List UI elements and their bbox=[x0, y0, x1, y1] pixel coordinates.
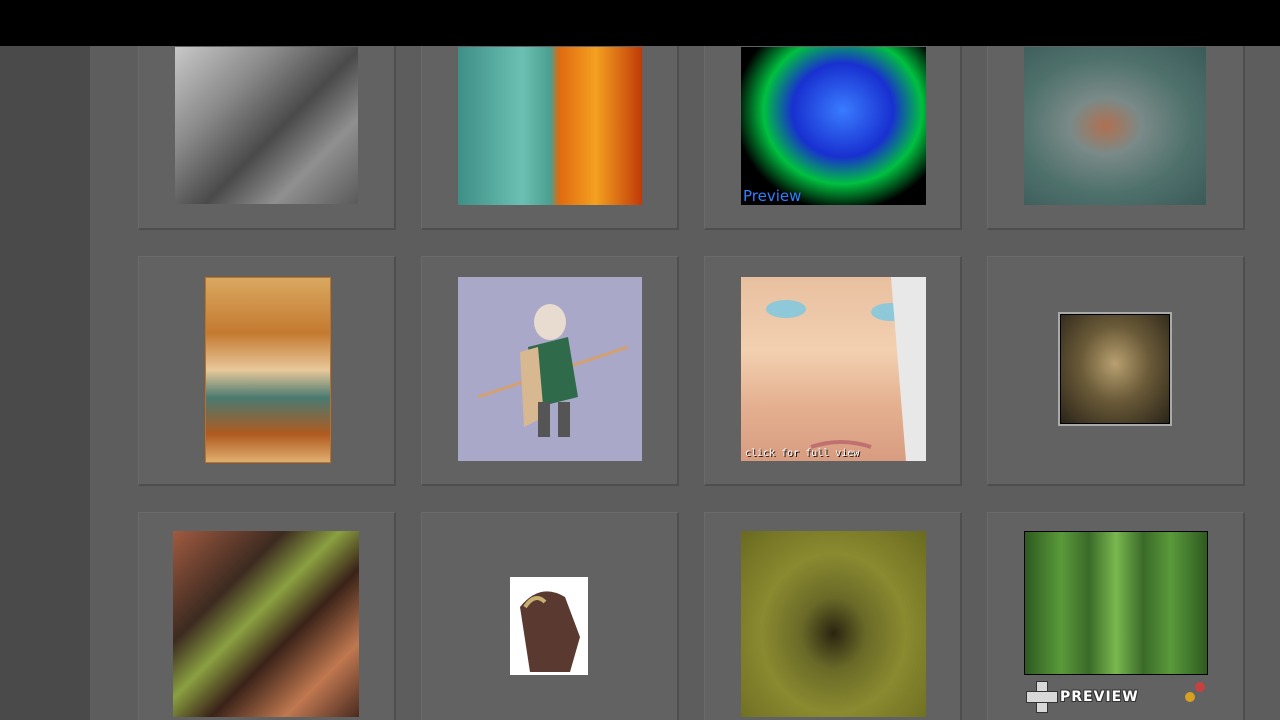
gallery-item-spear-warrior[interactable] bbox=[421, 256, 679, 486]
jungle-vines-artwork[interactable] bbox=[173, 531, 359, 717]
woman-face-icon bbox=[766, 277, 926, 461]
top-bar bbox=[0, 0, 1280, 46]
gallery-item-stone-giant[interactable] bbox=[138, 46, 396, 230]
gallery-item-ansi-helmet[interactable]: Preview bbox=[704, 46, 962, 230]
gallery-item-ice-fire[interactable] bbox=[421, 46, 679, 230]
gallery-grid: Preview click for full view PREVIEW bbox=[90, 46, 1280, 720]
forest-preview-label: PREVIEW bbox=[1060, 689, 1139, 705]
green-eye-artwork[interactable] bbox=[741, 531, 926, 717]
gallery-item-green-eye[interactable] bbox=[704, 512, 962, 720]
skull-totem-artwork[interactable] bbox=[1060, 314, 1170, 424]
viking-ship-artwork[interactable] bbox=[1024, 47, 1206, 205]
claw-icon bbox=[520, 591, 580, 672]
gallery-item-claw-hand[interactable] bbox=[421, 512, 679, 720]
gallery-item-viking-ship[interactable] bbox=[987, 46, 1245, 230]
warrior-figure-icon bbox=[477, 304, 629, 437]
woman-face-artwork[interactable]: click for full view bbox=[741, 277, 926, 461]
ansi-helmet-artwork[interactable]: Preview bbox=[741, 47, 926, 205]
ansi-helmet-caption: Preview bbox=[743, 187, 802, 205]
gallery-item-jungle-vines[interactable] bbox=[138, 512, 396, 720]
tower-map-artwork[interactable] bbox=[205, 277, 331, 463]
left-sidebar bbox=[0, 46, 90, 720]
gallery-item-woman-face[interactable]: click for full view bbox=[704, 256, 962, 486]
woman-face-caption: click for full view bbox=[745, 448, 860, 459]
claw-hand-artwork[interactable] bbox=[510, 577, 588, 675]
gallery-item-forest[interactable]: PREVIEW bbox=[987, 512, 1245, 720]
spear-warrior-artwork[interactable] bbox=[458, 277, 642, 461]
stone-giant-artwork[interactable] bbox=[175, 47, 358, 204]
forest-artwork[interactable] bbox=[1024, 531, 1208, 675]
buttons-icon bbox=[1185, 682, 1205, 702]
ice-fire-faces-artwork[interactable] bbox=[458, 47, 642, 205]
dpad-icon bbox=[1026, 681, 1058, 713]
gallery-item-skull-totem[interactable] bbox=[987, 256, 1245, 486]
gallery-item-tower-map[interactable] bbox=[138, 256, 396, 486]
